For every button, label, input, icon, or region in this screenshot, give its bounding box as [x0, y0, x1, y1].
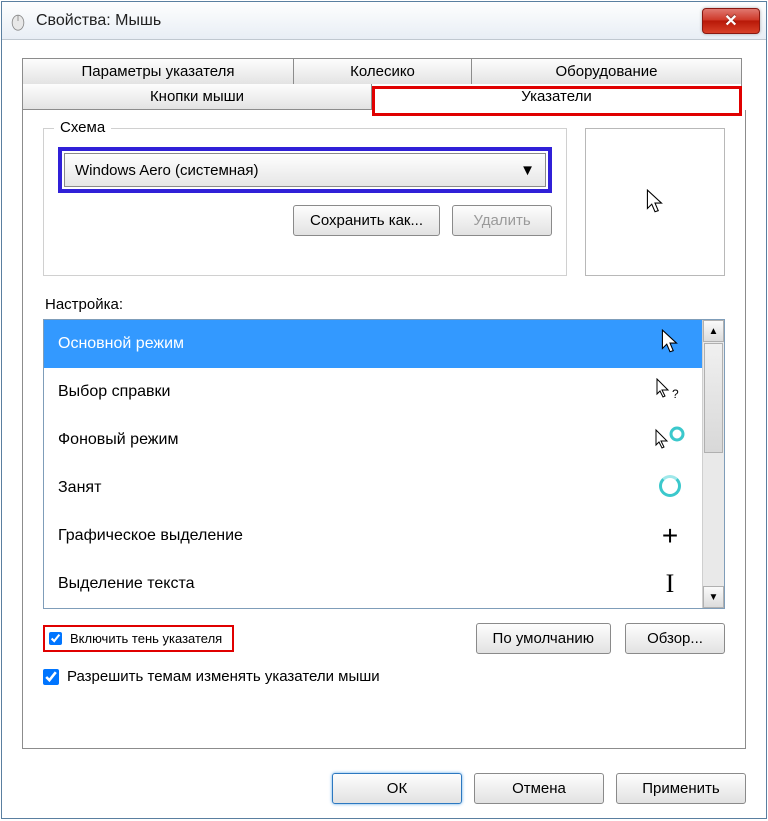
apply-button[interactable]: Применить [616, 773, 746, 804]
scroll-thumb[interactable] [704, 343, 723, 453]
list-item[interactable]: Занят [44, 464, 702, 512]
list-item[interactable]: Выделение текста I [44, 560, 702, 608]
cursor-preview [585, 128, 725, 276]
content-area: Параметры указателя Колесико Оборудовани… [2, 40, 766, 761]
list-item[interactable]: Графическое выделение + [44, 512, 702, 560]
close-icon: ✕ [724, 11, 737, 31]
window-title: Свойства: Мышь [36, 12, 702, 30]
dialog-button-row: ОК Отмена Применить [2, 761, 766, 818]
cancel-button[interactable]: Отмена [474, 773, 604, 804]
highlight-shadow-checkbox: Включить тень указателя [43, 625, 234, 652]
ok-button[interactable]: ОК [332, 773, 462, 804]
tab-pointers[interactable]: Указатели [372, 84, 742, 110]
scheme-group: Схема Windows Aero (системная) ▼ Сохрани… [43, 128, 567, 276]
enable-shadow-checkbox[interactable] [49, 632, 62, 645]
save-as-button[interactable]: Сохранить как... [293, 205, 440, 236]
list-item-label: Графическое выделение [58, 527, 243, 545]
allow-themes-label: Разрешить темам изменять указатели мыши [67, 668, 380, 685]
list-item-label: Выбор справки [58, 383, 170, 401]
list-item[interactable]: Фоновый режим [44, 416, 702, 464]
close-button[interactable]: ✕ [702, 8, 760, 34]
chevron-down-icon: ▼ [520, 162, 535, 179]
list-item[interactable]: Выбор справки ? [44, 368, 702, 416]
tab-panel-pointers: Схема Windows Aero (системная) ▼ Сохрани… [22, 110, 746, 749]
mouse-properties-window: Свойства: Мышь ✕ Параметры указателя Кол… [1, 1, 767, 819]
tab-pointer-options[interactable]: Параметры указателя [22, 58, 294, 84]
tab-buttons[interactable]: Кнопки мыши [22, 84, 372, 110]
list-item-label: Фоновый режим [58, 431, 178, 449]
mouse-icon [8, 11, 28, 31]
tab-strip: Параметры указателя Колесико Оборудовани… [22, 58, 746, 110]
scheme-selected: Windows Aero (системная) [75, 162, 259, 179]
enable-shadow-label: Включить тень указателя [70, 631, 222, 646]
highlight-scheme-dropdown: Windows Aero (системная) ▼ [58, 147, 552, 193]
list-item-label: Основной режим [58, 335, 184, 353]
tab-hardware[interactable]: Оборудование [472, 58, 742, 84]
list-item-label: Занят [58, 479, 101, 497]
allow-themes-checkbox[interactable] [43, 669, 59, 685]
customize-label: Настройка: [45, 296, 725, 313]
browse-button[interactable]: Обзор... [625, 623, 725, 654]
help-cursor-icon: ? [652, 378, 688, 407]
arrow-cursor-icon [652, 329, 688, 360]
defaults-button[interactable]: По умолчанию [476, 623, 611, 654]
scheme-legend: Схема [54, 119, 111, 136]
listbox-scrollbar[interactable]: ▲ ▼ [702, 320, 724, 608]
scheme-dropdown[interactable]: Windows Aero (системная) ▼ [64, 153, 546, 187]
svg-text:?: ? [672, 387, 679, 401]
tab-wheel[interactable]: Колесико [294, 58, 472, 84]
scroll-down-button[interactable]: ▼ [703, 586, 724, 608]
arrow-cursor-icon [645, 189, 665, 215]
scroll-up-button[interactable]: ▲ [703, 320, 724, 342]
titlebar: Свойства: Мышь ✕ [2, 2, 766, 40]
busy-cursor-icon [652, 475, 688, 502]
precision-cursor-icon: + [652, 520, 688, 552]
delete-button[interactable]: Удалить [452, 205, 552, 236]
scroll-track[interactable] [703, 454, 724, 586]
cursor-listbox[interactable]: Основной режим Выбор справки ? Фоновый р… [43, 319, 725, 609]
list-item[interactable]: Основной режим [44, 320, 702, 368]
list-item-label: Выделение текста [58, 575, 195, 593]
text-cursor-icon: I [652, 569, 688, 599]
working-cursor-icon [652, 426, 688, 455]
